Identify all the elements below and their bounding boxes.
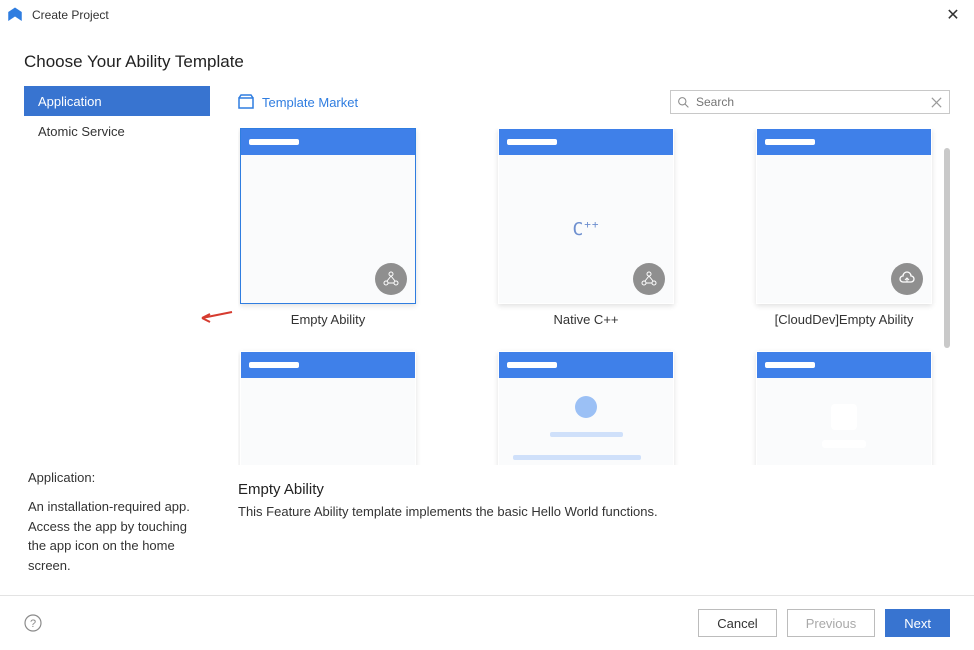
previous-button: Previous <box>787 609 876 637</box>
template-name: Empty Ability <box>291 312 365 327</box>
help-icon[interactable]: ? <box>24 614 42 632</box>
template-name: Native C++ <box>553 312 618 327</box>
previous-label: Previous <box>806 616 857 631</box>
template-market-link[interactable]: Template Market <box>238 94 358 110</box>
search-box[interactable] <box>670 90 950 114</box>
ability-badge-icon <box>375 263 407 295</box>
category-application[interactable]: Application <box>24 86 210 116</box>
search-icon <box>677 96 690 109</box>
close-button[interactable]: ✕ <box>938 0 968 30</box>
template-row2-item[interactable] <box>754 351 934 465</box>
cancel-button[interactable]: Cancel <box>698 609 776 637</box>
app-logo-icon <box>6 6 24 24</box>
selected-template-detail: Empty Ability This Feature Ability templ… <box>238 479 950 519</box>
cloud-badge-icon <box>891 263 923 295</box>
scrollbar[interactable] <box>944 148 950 348</box>
sidebar: Application Atomic Service Application: … <box>24 86 210 595</box>
template-name: [CloudDev]Empty Ability <box>775 312 914 327</box>
template-empty-ability[interactable]: Empty Ability <box>238 128 418 327</box>
category-atomic-service[interactable]: Atomic Service <box>24 116 210 146</box>
template-grid-row1: Empty Ability C++ Native C++ <box>238 128 950 327</box>
market-icon <box>238 94 254 110</box>
annotation-arrow-icon <box>200 310 240 326</box>
next-label: Next <box>904 616 931 631</box>
clear-search-icon[interactable] <box>930 96 943 109</box>
cpp-icon: C++ <box>572 218 599 240</box>
cancel-label: Cancel <box>717 616 757 631</box>
detail-description: This Feature Ability template implements… <box>238 504 950 519</box>
template-row2-item[interactable] <box>238 351 418 465</box>
description-title: Application: <box>28 468 206 488</box>
detail-title: Empty Ability <box>238 481 950 498</box>
page-heading: Choose Your Ability Template <box>0 30 974 86</box>
main-panel: Template Market <box>210 86 950 595</box>
search-input[interactable] <box>696 95 924 109</box>
description-body: An installation-required app. Access the… <box>28 497 206 575</box>
category-label: Atomic Service <box>38 124 125 139</box>
category-description: Application: An installation-required ap… <box>24 456 210 596</box>
template-row2-item[interactable] <box>496 351 676 465</box>
template-native-cpp[interactable]: C++ Native C++ <box>496 128 676 327</box>
category-label: Application <box>38 94 102 109</box>
next-button[interactable]: Next <box>885 609 950 637</box>
template-grid-row2 <box>238 351 950 465</box>
window-title: Create Project <box>32 8 109 22</box>
ability-badge-icon <box>633 263 665 295</box>
template-clouddev-empty-ability[interactable]: [CloudDev]Empty Ability <box>754 128 934 327</box>
template-market-label: Template Market <box>262 95 358 110</box>
svg-text:?: ? <box>30 618 36 630</box>
